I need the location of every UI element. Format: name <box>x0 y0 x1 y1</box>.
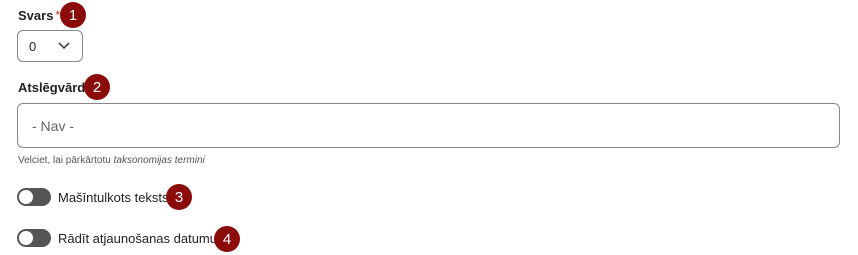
weight-select-value: 0 <box>29 38 37 54</box>
toggle-knob <box>19 190 33 204</box>
show-update-date-label: Rādīt atjaunošanas datumu <box>58 231 217 246</box>
machine-translated-toggle[interactable] <box>17 188 51 206</box>
weight-label-text: Svars <box>18 8 54 23</box>
help-text-emphasis: taksonomijas termini <box>113 155 205 166</box>
help-text-prefix: Velciet, lai pārkārtotu <box>18 155 111 166</box>
show-update-date-toggle[interactable] <box>17 229 51 247</box>
weight-select[interactable]: 0 <box>17 30 83 62</box>
machine-translated-label: Mašīntulkots teksts <box>58 190 169 205</box>
toggle-knob <box>19 231 33 245</box>
chevron-down-icon <box>58 42 70 50</box>
keywords-input-placeholder: - Nav - <box>32 117 74 134</box>
weight-label: Svars * <box>18 8 60 23</box>
step-badge-4: 4 <box>214 226 240 252</box>
keywords-input[interactable]: - Nav - <box>17 103 840 148</box>
step-badge-2: 2 <box>84 74 110 100</box>
step-badge-1: 1 <box>60 2 86 28</box>
keywords-help-text: Velciet, lai pārkārtotu taksonomijas ter… <box>18 155 205 166</box>
keywords-label: Atslēgvārdi <box>18 80 89 95</box>
step-badge-3: 3 <box>166 184 192 210</box>
